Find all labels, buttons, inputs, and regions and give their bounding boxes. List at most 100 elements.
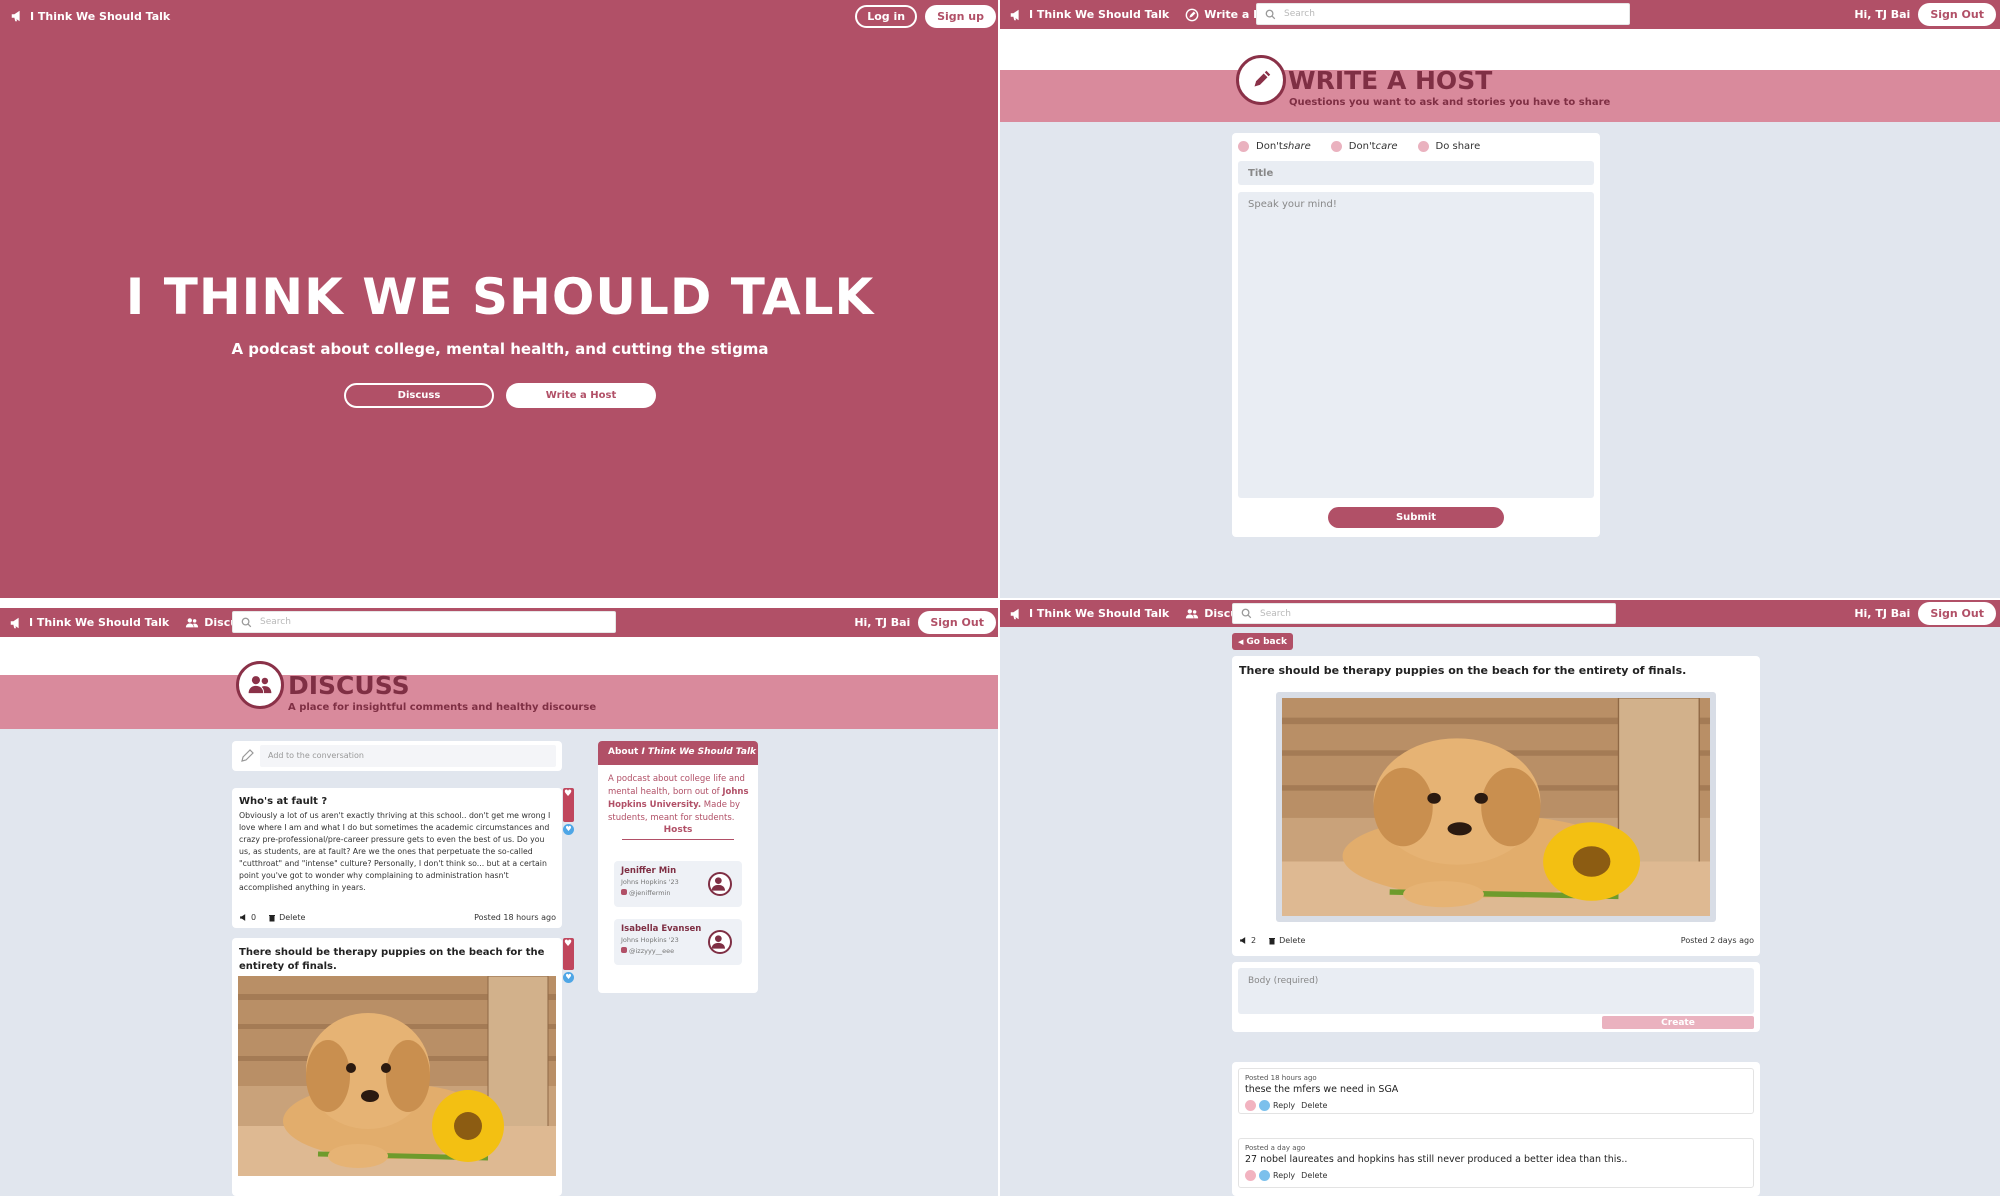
discuss-banner-icon: [236, 661, 284, 709]
detail-panel: I Think We Should Talk Discuss ▼ Search …: [1000, 600, 2000, 1196]
hosts-label: Hosts: [663, 825, 693, 835]
heart-icon[interactable]: [1245, 1170, 1256, 1181]
detail-user-area: Hi, TJ Bai Sign Out: [1854, 600, 1996, 627]
hosts-divider: [622, 839, 734, 840]
write-banner-subtitle: Questions you want to ask and stories yo…: [1289, 97, 1611, 108]
host-school: Johns Hopkins '23: [621, 936, 679, 944]
hero-subtitle: A podcast about college, mental health, …: [231, 340, 769, 358]
signout-button[interactable]: Sign Out: [1918, 3, 1996, 26]
blue-heart-icon[interactable]: [1259, 1100, 1270, 1111]
post-timestamp: Posted 18 hours ago: [474, 913, 556, 922]
host-card[interactable]: Jeniffer Min Johns Hopkins '23 @jeniffer…: [614, 861, 742, 907]
megaphone-icon: [240, 914, 246, 921]
blue-heart-icon[interactable]: ♥: [563, 972, 574, 983]
post-title[interactable]: Who's at fault ?: [239, 796, 327, 807]
delete-link[interactable]: Delete: [1301, 1101, 1327, 1110]
signup-button[interactable]: Sign up: [925, 4, 996, 28]
trash-icon[interactable]: [268, 914, 276, 922]
heart-icon: ♥: [564, 789, 573, 799]
host-handle: @izzyyy__eee: [621, 947, 674, 955]
search-input[interactable]: Search: [232, 611, 616, 633]
signout-button[interactable]: Sign Out: [918, 611, 996, 634]
hero-discuss-button[interactable]: Discuss: [344, 383, 494, 408]
brand-link[interactable]: I Think We Should Talk: [9, 616, 169, 630]
reply-link[interactable]: Reply: [1273, 1101, 1295, 1110]
submit-button[interactable]: Submit: [1328, 507, 1504, 528]
share-options: Don't share Don't care Do share: [1238, 141, 1500, 152]
delete-link[interactable]: Delete: [279, 913, 305, 922]
puppy-image: [1282, 698, 1710, 916]
option-do-share[interactable]: Do share: [1417, 141, 1480, 152]
radio-dot[interactable]: [1238, 141, 1249, 152]
brand-label: I Think We Should Talk: [30, 9, 171, 23]
trash-icon[interactable]: [1268, 937, 1276, 945]
landing-navbar: I Think We Should Talk Log in Sign up: [0, 0, 1000, 32]
heart-icon[interactable]: [1245, 1100, 1256, 1111]
host-card[interactable]: Isabella Evansen Johns Hopkins '23 @izzy…: [614, 919, 742, 965]
delete-link[interactable]: Delete: [1301, 1171, 1327, 1180]
host-handle: @jeniffermin: [621, 889, 671, 897]
puppy-image: [238, 976, 556, 1176]
write-banner-title: WRITE A HOST: [1288, 66, 1493, 95]
hero-write-button[interactable]: Write a Host: [506, 383, 656, 408]
reply-card: Body (required) Create: [1232, 962, 1760, 1032]
brand-link[interactable]: I Think We Should Talk: [1009, 8, 1169, 22]
radio-dot[interactable]: [1330, 141, 1342, 152]
discuss-user-area: Hi, TJ Bai Sign Out: [854, 608, 996, 637]
reply-link[interactable]: Reply: [1273, 1171, 1295, 1180]
landing-panel: I Think We Should Talk Log in Sign up I …: [0, 0, 1000, 598]
heart-button[interactable]: ♥: [563, 938, 574, 970]
post-detail-card: There should be therapy puppies on the b…: [1232, 656, 1760, 956]
title-field[interactable]: Title: [1238, 161, 1594, 185]
avatar: [708, 930, 732, 954]
post-card[interactable]: Who's at fault ? Obviously a lot of us a…: [232, 788, 562, 928]
option-dont-share[interactable]: Don't share: [1238, 141, 1311, 152]
go-back-button[interactable]: ◀ Go back: [1232, 633, 1293, 650]
search-input[interactable]: Search: [1232, 603, 1616, 624]
hero-title: I THINK WE SHOULD TALK: [125, 268, 875, 326]
reply-body-field[interactable]: Body (required): [1238, 968, 1754, 1014]
pencil-badge-icon: [1185, 8, 1199, 21]
greeting: Hi, TJ Bai: [1854, 607, 1911, 620]
heart-button[interactable]: ♥: [563, 788, 574, 822]
post-title: There should be therapy puppies on the b…: [1239, 664, 1687, 677]
megaphone-icon: [1010, 608, 1019, 619]
discuss-navbar: I Think We Should Talk Discuss ▼ Search …: [0, 608, 1000, 637]
login-button[interactable]: Log in: [855, 4, 918, 28]
body-field[interactable]: Speak your mind!: [1238, 192, 1594, 498]
users-icon: [1186, 608, 1199, 618]
post-timestamp: Posted 2 days ago: [1680, 936, 1754, 945]
post-vote-bar: ♥ ♥: [563, 938, 574, 983]
instagram-icon: [621, 947, 627, 953]
puppy-sunflower-photo: [1282, 698, 1710, 916]
post-meta: 0 Delete: [239, 913, 305, 922]
compose-input[interactable]: Add to the conversation: [260, 745, 556, 767]
brand-link[interactable]: I Think We Should Talk: [10, 9, 170, 23]
host-name: Jeniffer Min: [621, 866, 677, 876]
panel-divider: [0, 598, 2000, 600]
search-input[interactable]: Search: [1256, 3, 1630, 25]
search-icon: [241, 617, 252, 627]
create-button[interactable]: Create: [1602, 1016, 1754, 1029]
write-banner-icon: [1236, 55, 1286, 105]
detail-navbar: I Think We Should Talk Discuss ▼ Search …: [1000, 600, 2000, 627]
white-strip: [0, 637, 1000, 675]
delete-link[interactable]: Delete: [1279, 936, 1305, 945]
puppy-sunflower-photo: [238, 976, 556, 1176]
post-title[interactable]: There should be therapy puppies on the b…: [239, 946, 555, 974]
comment-item: Posted a day ago 27 nobel laureates and …: [1238, 1138, 1754, 1188]
radio-dot[interactable]: [1417, 141, 1429, 152]
search-icon: [1241, 608, 1252, 619]
brand-link[interactable]: I Think We Should Talk: [1009, 607, 1169, 621]
option-dont-care[interactable]: Don't care: [1330, 141, 1398, 152]
reaction-count: 2: [1251, 936, 1257, 945]
search-icon: [1265, 9, 1276, 19]
blue-heart-icon[interactable]: ♥: [563, 824, 574, 835]
greeting: Hi, TJ Bai: [1854, 8, 1911, 21]
comment-actions: Reply Delete: [1245, 1170, 1327, 1181]
signout-button[interactable]: Sign Out: [1918, 602, 1996, 625]
post-card[interactable]: There should be therapy puppies on the b…: [232, 938, 562, 1196]
search-placeholder: Search: [260, 617, 291, 627]
blue-heart-icon[interactable]: [1259, 1170, 1270, 1181]
discuss-panel: I Think We Should Talk Discuss ▼ Search …: [0, 608, 1000, 1196]
